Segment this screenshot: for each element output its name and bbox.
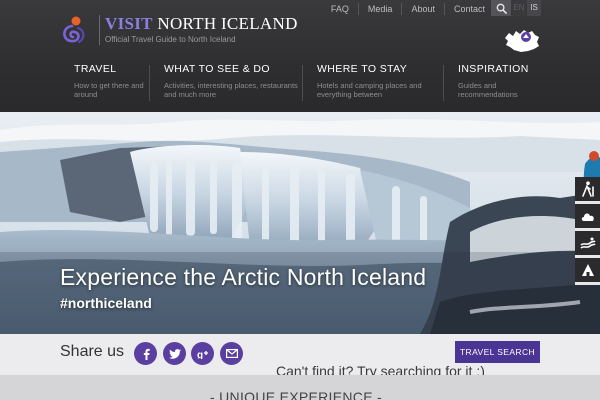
twitter-button[interactable]: [163, 342, 186, 365]
language-en[interactable]: EN: [512, 0, 526, 16]
site-title[interactable]: VISIT NORTH ICELAND: [105, 14, 298, 34]
hero-hashtag[interactable]: #northiceland: [60, 295, 152, 311]
hero-title: Experience the Arctic North Iceland: [60, 264, 427, 290]
road-conditions-button[interactable]: [575, 231, 600, 258]
nav-title: WHERE TO STAY: [317, 63, 408, 75]
info-icon: [581, 264, 594, 276]
hero-banner: Experience the Arctic North Iceland #nor…: [0, 112, 600, 334]
faq-link[interactable]: FAQ: [322, 3, 358, 15]
search-button[interactable]: [491, 0, 511, 16]
main-navigation: TRAVEL How to get there and around WHAT …: [60, 63, 540, 108]
share-label: Share us: [60, 343, 125, 360]
twitter-icon: [168, 348, 181, 359]
email-button[interactable]: [220, 342, 243, 365]
nav-item-what-to-see[interactable]: WHAT TO SEE & DO Activities, interesting…: [150, 63, 302, 108]
iceland-map-icon[interactable]: [502, 28, 542, 54]
brand-divider: [99, 15, 100, 45]
nav-item-travel[interactable]: TRAVEL How to get there and around: [60, 63, 149, 108]
facebook-icon: [143, 348, 150, 360]
weather-button[interactable]: [575, 204, 600, 231]
road-conditions-icon: [579, 237, 596, 249]
google-plus-icon: g: [197, 350, 208, 359]
hiking-icon: [581, 181, 594, 197]
email-icon: [225, 349, 238, 358]
google-plus-button[interactable]: g: [191, 342, 214, 365]
nav-description: Guides and recommendations: [458, 81, 518, 99]
nav-title: WHAT TO SEE & DO: [164, 63, 270, 75]
nav-title: INSPIRATION: [458, 63, 529, 75]
language-is[interactable]: IS: [527, 0, 541, 16]
nav-title: TRAVEL: [74, 63, 117, 75]
about-link[interactable]: About: [401, 3, 444, 15]
top-links: FAQ Media About Contact: [322, 2, 494, 16]
nav-description: How to get there and around: [74, 81, 144, 99]
site-header: VISIT NORTH ICELAND Official Travel Guid…: [0, 0, 600, 112]
share-section: Share us g TRAVEL SEARCH Can't find it? …: [0, 334, 600, 379]
unique-experience-section: - UNIQUE EXPERIENCE -: [0, 375, 600, 400]
nav-item-inspiration[interactable]: INSPIRATION Guides and recommendations: [444, 63, 540, 108]
weather-icon: [581, 213, 594, 221]
facebook-button[interactable]: [134, 342, 157, 365]
side-toolbar: [575, 177, 600, 285]
info-button[interactable]: [575, 258, 600, 285]
search-icon: [496, 3, 507, 14]
nav-description: Hotels and camping places and everything…: [317, 81, 422, 99]
media-link[interactable]: Media: [357, 3, 402, 15]
nav-description: Activities, interesting places, restaura…: [164, 81, 298, 99]
travel-search-button[interactable]: TRAVEL SEARCH: [455, 341, 540, 363]
contact-link[interactable]: Contact: [443, 3, 494, 15]
site-tagline: Official Travel Guide to North Iceland: [105, 35, 236, 44]
logo-icon[interactable]: [58, 14, 90, 46]
section-heading: - UNIQUE EXPERIENCE -: [210, 389, 382, 400]
svg-text:g: g: [197, 350, 203, 359]
nav-item-where-to-stay[interactable]: WHERE TO STAY Hotels and camping places …: [303, 63, 443, 108]
hiking-button[interactable]: [575, 177, 600, 204]
